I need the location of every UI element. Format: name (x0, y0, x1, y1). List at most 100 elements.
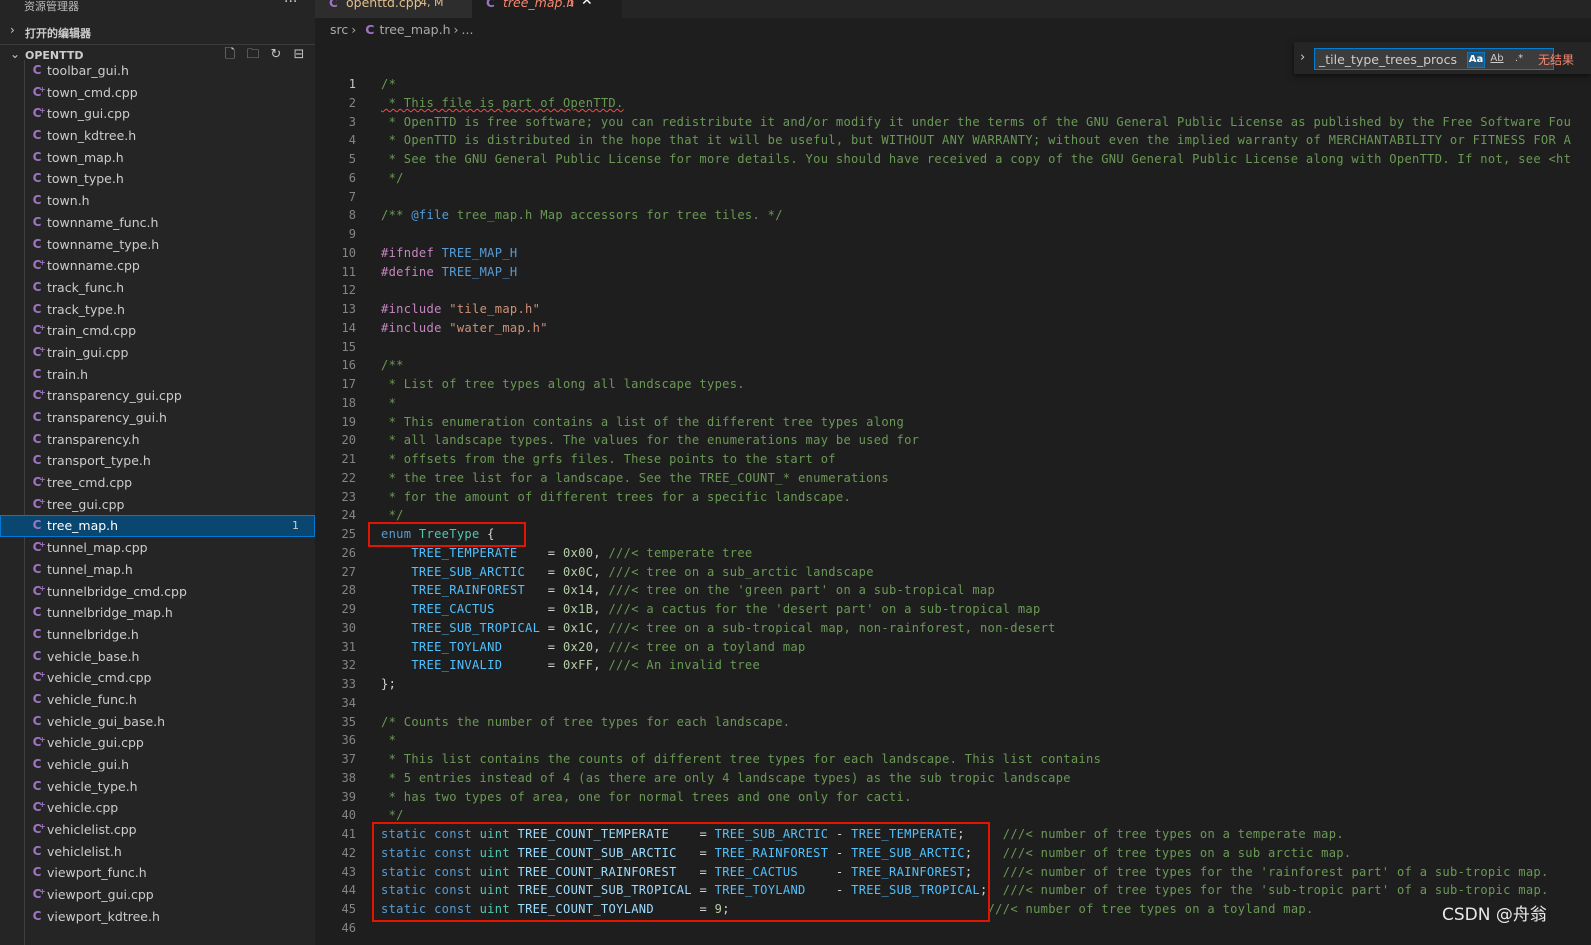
file-name: train.h (47, 366, 88, 382)
file-item[interactable]: Ctrain_cmd.cpp (0, 317, 315, 342)
file-item[interactable]: Cvehicle_gui.cpp (0, 729, 315, 754)
code-line: 19 * This enumeration contains a list of… (315, 413, 1591, 432)
file-item[interactable]: Ctown_cmd.cpp (0, 79, 315, 104)
code-token: = (669, 827, 715, 841)
code-token: 0x14 (562, 583, 594, 598)
code-text: * OpenTTD is distributed in the hope tha… (381, 131, 1571, 150)
more-actions-icon[interactable]: ··· (284, 0, 297, 10)
file-item[interactable]: Ctransparency_gui.cpp (0, 382, 315, 407)
match-case-toggle[interactable]: Aa (1467, 52, 1485, 68)
code-text: * This file is part of OpenTTD. (381, 94, 624, 113)
file-item[interactable]: Cvehicle_gui.h (0, 754, 315, 776)
code-token: ///< An invalid tree (608, 658, 761, 673)
code-editor[interactable]: 1/* 2 * This file is part of OpenTTD. 3 * … (315, 75, 1591, 945)
line-number: 45 (341, 902, 356, 916)
file-item[interactable]: Cvehicle.cpp (0, 794, 315, 819)
match-whole-word-toggle[interactable]: Ab (1489, 52, 1505, 66)
file-item[interactable]: Cvehicle_func.h (0, 689, 315, 711)
file-item[interactable]: Ctunnelbridge_cmd.cpp (0, 578, 315, 603)
file-item[interactable]: Ctrack_type.h (0, 299, 315, 321)
file-item[interactable]: Ctunnel_map.h (0, 559, 315, 581)
code-line: 6 */ (315, 169, 1591, 188)
breadcrumb-folder[interactable]: src (330, 22, 348, 37)
breadcrumb-file[interactable]: tree_map.h (379, 22, 450, 37)
file-item[interactable]: Ctransparency_gui.h (0, 407, 315, 429)
file-item[interactable]: Ctownname_func.h (0, 212, 315, 234)
file-name: vehiclelist.cpp (47, 822, 137, 838)
file-item[interactable]: Ctown.h (0, 190, 315, 212)
code-token: * This enumeration contains a list of th… (381, 414, 905, 429)
code-token: static (381, 883, 427, 898)
file-item[interactable]: Ctunnel_map.cpp (0, 534, 315, 559)
use-regex-toggle[interactable]: .* (1511, 52, 1527, 66)
code-token: TREE_SUB_ARCTIC (411, 564, 526, 579)
code-token: = (494, 602, 563, 616)
file-item[interactable]: Ctown_map.h (0, 147, 315, 169)
line-number: 40 (341, 808, 356, 823)
file-item[interactable]: Ctransport_type.h (0, 450, 315, 472)
code-text: * OpenTTD is free software; you can redi… (381, 113, 1571, 132)
find-input[interactable]: _tile_type_trees_procs Aa Ab .* (1314, 48, 1554, 70)
file-item[interactable]: Cvehicle_cmd.cpp (0, 664, 315, 689)
file-item[interactable]: Cviewport_func.h (0, 862, 315, 884)
code-text: TREE_RAINFOREST = 0x14, ///< tree on the… (381, 581, 995, 600)
toggle-replace-icon[interactable]: › (1300, 50, 1305, 65)
file-item[interactable]: Cvehiclelist.h (0, 841, 315, 863)
c-file-icon: C (486, 0, 495, 10)
explorer-header: 资源管理器 ··· (0, 0, 315, 20)
file-item[interactable]: Ctree_cmd.cpp (0, 469, 315, 494)
file-item[interactable]: Ctree_map.h 1 (0, 515, 315, 538)
file-item[interactable]: Ctrain.h (0, 364, 315, 386)
file-item[interactable]: Ctrain_gui.cpp (0, 339, 315, 364)
cpp-file-icon: C (31, 491, 46, 516)
file-item[interactable]: Cvehicle_type.h (0, 776, 315, 798)
file-item[interactable]: Ctown_type.h (0, 168, 315, 190)
code-token: #ifndef (381, 245, 435, 260)
open-editors-section[interactable]: › 打开的编辑器 (0, 21, 315, 41)
file-item[interactable]: Ctoolbar_gui.h (0, 60, 315, 82)
line-number: 18 (341, 395, 356, 410)
file-item[interactable]: Cvehiclelist.cpp (0, 816, 315, 841)
file-item[interactable]: Cvehicle_gui_base.h (0, 711, 315, 733)
code-token: - (798, 864, 852, 879)
file-item[interactable]: Ctransparency.h (0, 429, 315, 451)
code-text: static const uint TREE_COUNT_RAINFOREST … (381, 863, 1549, 882)
code-token: ///< number of tree types on a toyland m… (987, 902, 1314, 916)
file-item[interactable]: Ctownname_type.h (0, 234, 315, 256)
code-line: 43 static const uint TREE_COUNT_RAINFORES… (315, 863, 1591, 882)
file-item[interactable]: Ctownname.cpp (0, 252, 315, 277)
tab-openttd-cpp[interactable]: C openttd.cpp 4, M (315, 0, 472, 18)
tab-tree-map-h[interactable]: C tree_map.h 1 ✕ (472, 0, 622, 18)
close-icon[interactable]: ✕ (581, 0, 593, 8)
file-item[interactable]: Ctown_gui.cpp (0, 100, 315, 125)
code-line: 40 */ (315, 806, 1591, 825)
code-token: ///< a cactus for the 'desert part' on a… (608, 602, 1041, 616)
file-item[interactable]: Ctunnelbridge.h (0, 624, 315, 646)
code-line: 26 TREE_TEMPERATE = 0x00, ///< temperate… (315, 544, 1591, 563)
code-token: ///< number of tree types on a sub arcti… (1002, 845, 1352, 860)
breadcrumb-symbol[interactable]: ... (462, 22, 474, 37)
code-token: ///< number of tree types for the 'sub-t… (1002, 883, 1549, 898)
file-item[interactable]: Ctree_gui.cpp (0, 491, 315, 516)
file-item[interactable]: Ctrack_func.h (0, 277, 315, 299)
file-item[interactable]: Cvehicle_base.h (0, 646, 315, 668)
code-text: * (381, 731, 396, 750)
file-item[interactable]: Ctunnelbridge_map.h (0, 602, 315, 624)
code-line: 29 TREE_CACTUS = 0x1B, ///< a cactus for… (315, 600, 1591, 619)
file-item[interactable]: Cviewport_kdtree.h (0, 906, 315, 928)
code-line: 34 (315, 694, 1591, 713)
code-line: 36 * (315, 731, 1591, 750)
file-item[interactable]: Ctown_kdtree.h (0, 125, 315, 147)
code-token: TREE_COUNT_TOYLAND (517, 902, 654, 916)
file-item[interactable]: Cviewport_gui.cpp (0, 881, 315, 906)
code-token: TreeType (418, 527, 480, 541)
